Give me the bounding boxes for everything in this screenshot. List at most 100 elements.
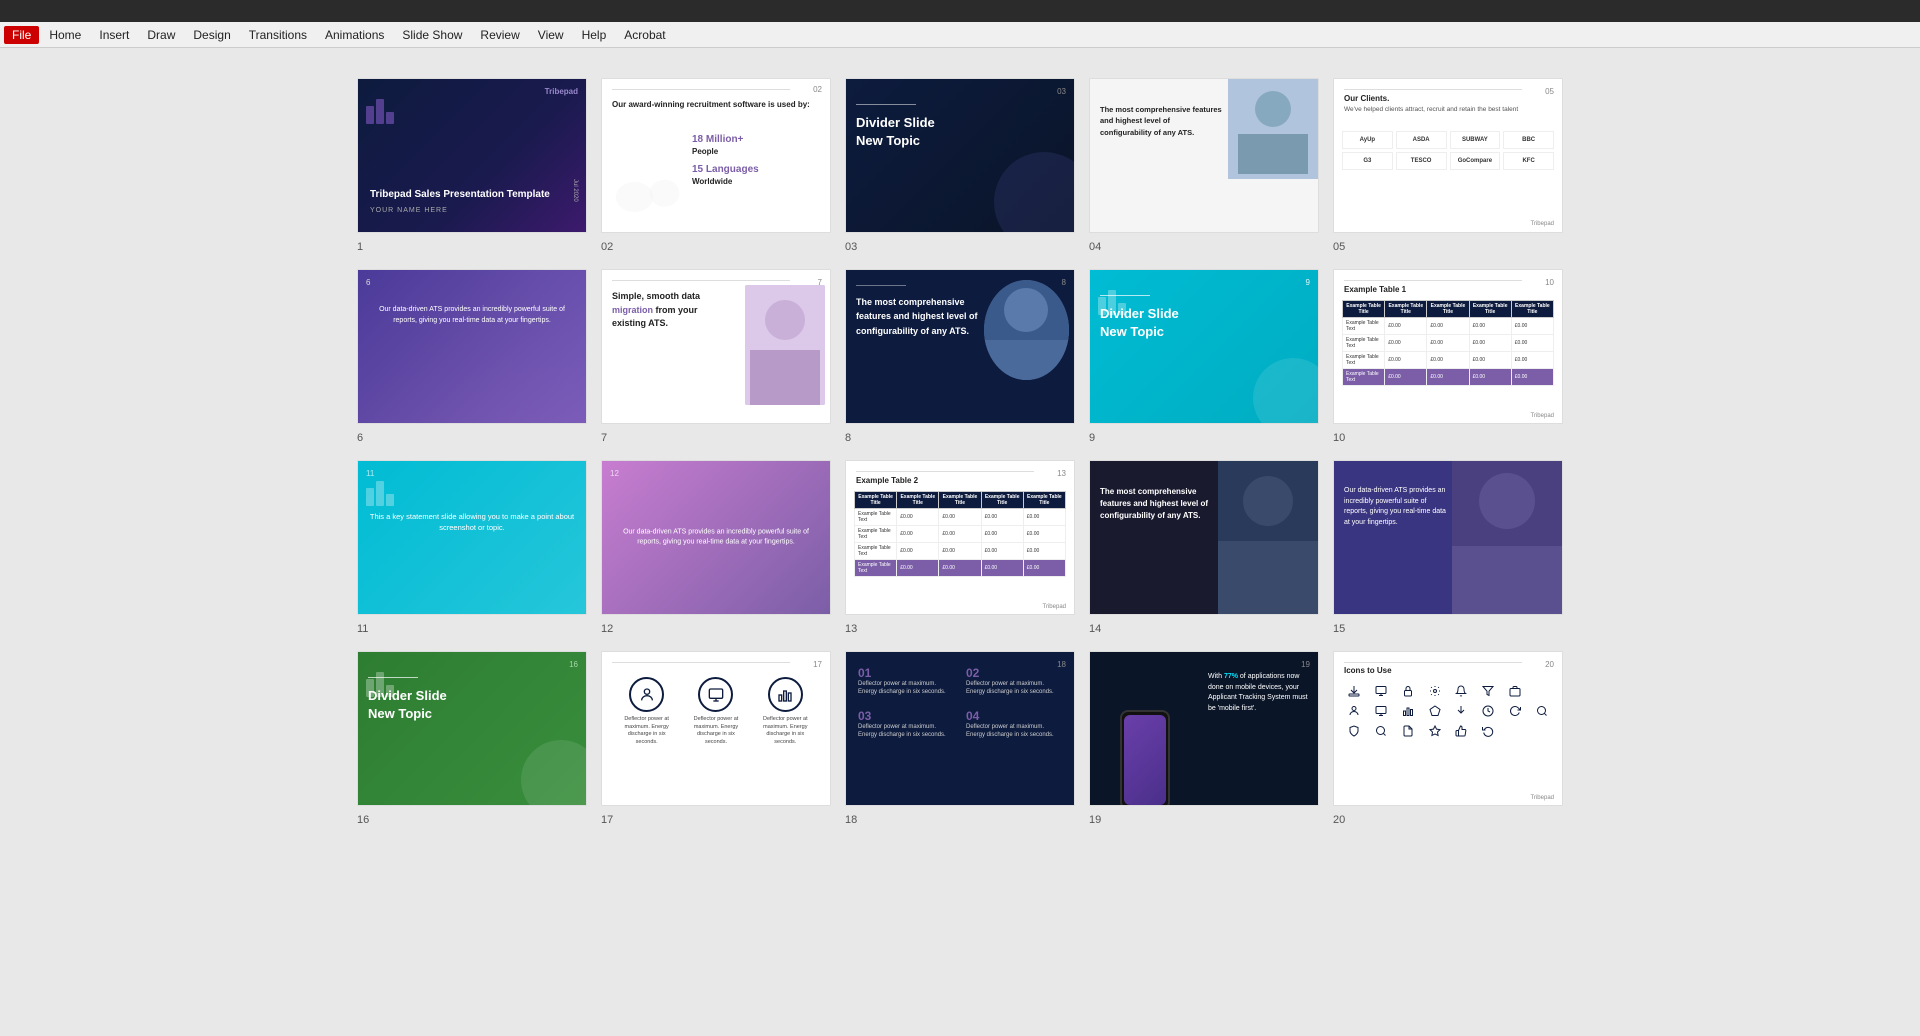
slide-wrapper-8: 8 The most comprehensive features and hi… <box>845 269 1075 426</box>
slide-11[interactable]: 11 This a key statement slide allowing y… <box>357 460 587 615</box>
slide-4-text: The most comprehensive features and high… <box>1100 104 1223 138</box>
icon-file <box>1396 722 1421 740</box>
icon-person <box>1342 702 1367 720</box>
slide-1-subtitle: YOUR NAME HERE <box>370 207 448 214</box>
logo-gocompare: GoCompare <box>1450 152 1501 170</box>
icon-download <box>1342 682 1367 700</box>
slide-20-title: Icons to Use <box>1344 666 1392 675</box>
slide-3-num-badge: 03 <box>1057 87 1066 96</box>
slide-7-highlight: migration <box>612 305 653 315</box>
main-area: Tribepad Tribepad Sales Presentation Tem… <box>0 48 1920 1036</box>
slide-wrapper-2: 02 Our award-winning recruitment softwar… <box>601 78 831 235</box>
menu-transitions[interactable]: Transitions <box>241 26 315 44</box>
slide-8[interactable]: 8 The most comprehensive features and hi… <box>845 269 1075 424</box>
slide-10-num-badge: 10 <box>1545 278 1554 287</box>
menu-review[interactable]: Review <box>472 26 527 44</box>
logo-asda: ASDA <box>1396 131 1447 149</box>
slide-4-num: 04 <box>1089 241 1101 253</box>
menu-slideshow[interactable]: Slide Show <box>394 26 470 44</box>
slide-10-num: 10 <box>1333 432 1345 444</box>
icon-item-2: Deflector power at maximum. Energy disch… <box>688 677 743 747</box>
slide-12[interactable]: 12 Our data-driven ATS provides an incre… <box>601 460 831 615</box>
slide-1-date: Jul 2020 <box>572 179 578 202</box>
slide-13[interactable]: 13 Example Table 2 Example Table Title E… <box>845 460 1075 615</box>
menu-help[interactable]: Help <box>574 26 615 44</box>
slide-wrapper-16: 16 Divider Slide New Topic 16 <box>357 651 587 808</box>
slide-wrapper-12: 12 Our data-driven ATS provides an incre… <box>601 460 831 617</box>
slide-6[interactable]: 6 Our data-driven ATS provides an incred… <box>357 269 587 424</box>
slide-10-table: Example Table Title Example Table Title … <box>1342 300 1554 408</box>
slide-8-num-badge: 8 <box>1062 278 1066 287</box>
slide-20-brand: Tribepad <box>1531 795 1554 801</box>
slide-16[interactable]: 16 Divider Slide New Topic <box>357 651 587 806</box>
slide-17-num-badge: 17 <box>813 660 822 669</box>
feature-3: 03 Deflector power at maximum. Energy di… <box>854 705 958 744</box>
slide-wrapper-3: 03 Divider Slide New Topic 03 <box>845 78 1075 235</box>
feature-2-text: Deflector power at maximum. Energy disch… <box>966 680 1062 697</box>
menu-bar: File Home Insert Draw Design Transitions… <box>0 22 1920 48</box>
slide-5-title: Our Clients. <box>1344 94 1389 103</box>
slide-16-circle <box>521 740 587 806</box>
menu-view[interactable]: View <box>530 26 572 44</box>
slide-2-map <box>612 172 687 222</box>
logo-bbc: BBC <box>1503 131 1554 149</box>
slide-5-line <box>1344 89 1522 90</box>
menu-design[interactable]: Design <box>185 26 238 44</box>
slide-10-title: Example Table 1 <box>1344 285 1406 294</box>
slide-wrapper-1: Tribepad Tribepad Sales Presentation Tem… <box>357 78 587 235</box>
slide-wrapper-14: 14 The most comprehensive features and h… <box>1089 460 1319 617</box>
slide-3-title: Divider Slide New Topic <box>856 114 935 150</box>
menu-insert[interactable]: Insert <box>91 26 137 44</box>
slide-2-stat1-label: People <box>692 147 718 156</box>
slide-1-num: 1 <box>357 241 363 253</box>
slide-4[interactable]: 04 The most comprehensive features and h… <box>1089 78 1319 233</box>
feature-4-num: 04 <box>966 709 1062 723</box>
slide-9[interactable]: 9 Divider Slide New Topic <box>1089 269 1319 424</box>
slide-18[interactable]: 18 01 Deflector power at maximum. Energy… <box>845 651 1075 806</box>
slide-14[interactable]: 14 The most comprehensive features and h… <box>1089 460 1319 615</box>
slide-7[interactable]: 7 Simple, smooth data migration from you… <box>601 269 831 424</box>
slide-17-line <box>612 662 790 663</box>
slide-wrapper-18: 18 01 Deflector power at maximum. Energy… <box>845 651 1075 808</box>
icon-clock <box>1476 702 1501 720</box>
slide-20[interactable]: 20 Icons to Use <box>1333 651 1563 806</box>
slide-13-brand: Tribepad <box>1043 604 1066 610</box>
slide-12-num: 12 <box>601 623 613 635</box>
slide-10[interactable]: 10 Example Table 1 Example Table Title E… <box>1333 269 1563 424</box>
title-bar <box>0 0 1920 22</box>
icon-diamond <box>1422 702 1447 720</box>
slide-19-text: With 77% of applications now done on mob… <box>1208 672 1308 714</box>
menu-animations[interactable]: Animations <box>317 26 392 44</box>
icon-item-1: Deflector power at maximum. Energy disch… <box>619 677 674 747</box>
menu-file[interactable]: File <box>4 26 39 44</box>
menu-acrobat[interactable]: Acrobat <box>616 26 673 44</box>
slide-7-line <box>612 280 790 281</box>
slide-4-image <box>1228 79 1318 179</box>
slide-12-num-badge: 12 <box>610 469 619 478</box>
slide-14-num: 14 <box>1089 623 1101 635</box>
chart-icon <box>768 677 803 712</box>
slide-2[interactable]: 02 Our award-winning recruitment softwar… <box>601 78 831 233</box>
slide-1[interactable]: Tribepad Tribepad Sales Presentation Tem… <box>357 78 587 233</box>
slide-15[interactable]: 15 Our data-driven ATS provides an incre… <box>1333 460 1563 615</box>
slide-5-num-badge: 05 <box>1545 87 1554 96</box>
icon-filter <box>1476 682 1501 700</box>
person-icon <box>629 677 664 712</box>
icon-text-3: Deflector power at maximum. Energy disch… <box>758 716 813 747</box>
slide-15-num: 15 <box>1333 623 1345 635</box>
slide-14-photo <box>1218 461 1318 614</box>
icon-empty-1 <box>1529 682 1554 700</box>
slide-3[interactable]: 03 Divider Slide New Topic <box>845 78 1075 233</box>
slide-5[interactable]: 05 Our Clients. We've helped clients att… <box>1333 78 1563 233</box>
slide-2-stat2-label: Worldwide <box>692 177 732 186</box>
feature-2-num: 02 <box>966 666 1062 680</box>
icon-text-1: Deflector power at maximum. Energy disch… <box>619 716 674 747</box>
menu-draw[interactable]: Draw <box>139 26 183 44</box>
slide-17[interactable]: 17 Deflector power at maximum. Energy di… <box>601 651 831 806</box>
slide-19[interactable]: 19 With 77% of applications now done on … <box>1089 651 1319 806</box>
slide-16-num-badge: 16 <box>569 660 578 669</box>
slide-20-icons <box>1342 682 1554 740</box>
icon-download-2 <box>1449 702 1474 720</box>
menu-home[interactable]: Home <box>41 26 89 44</box>
icon-text-2: Deflector power at maximum. Energy disch… <box>688 716 743 747</box>
